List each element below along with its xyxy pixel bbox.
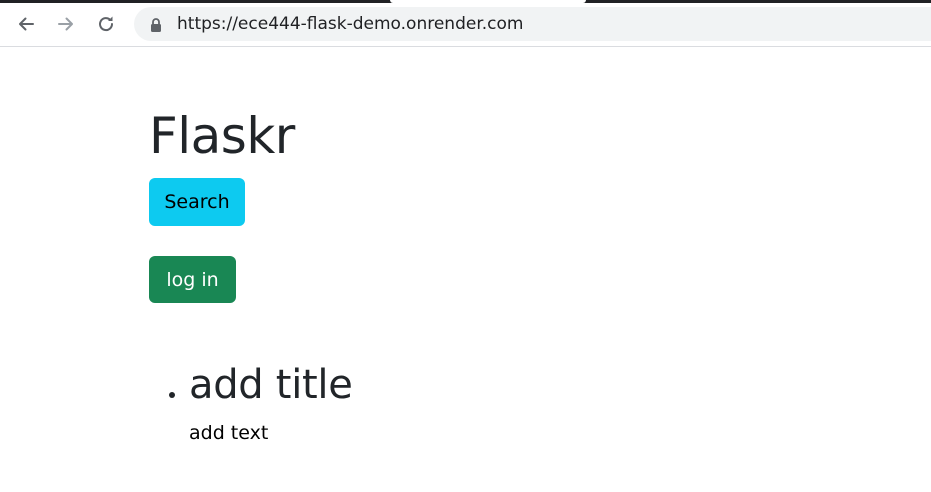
address-bar[interactable]: https://ece444-flask-demo.onrender.com	[134, 7, 931, 41]
post-title: add title	[189, 362, 353, 408]
bullet-marker	[169, 392, 175, 398]
forward-button[interactable]	[52, 10, 80, 38]
arrow-right-icon	[58, 17, 73, 31]
arrow-left-icon	[19, 17, 34, 31]
post-body: add text	[189, 422, 269, 444]
search-button[interactable]: Search	[149, 178, 245, 226]
page-title: Flaskr	[149, 107, 295, 165]
active-tab-edge	[390, 0, 586, 3]
login-button[interactable]: log in	[149, 256, 236, 303]
post-list: add title add text	[149, 360, 353, 446]
back-button[interactable]	[12, 10, 40, 38]
post-item: add title add text	[149, 360, 353, 446]
url-text[interactable]: https://ece444-flask-demo.onrender.com	[177, 13, 523, 35]
page-content: Flaskr Search log in add title add text	[0, 48, 931, 492]
browser-toolbar: https://ece444-flask-demo.onrender.com	[0, 0, 931, 47]
reload-icon	[99, 16, 114, 32]
reload-button[interactable]	[92, 10, 120, 38]
lock-icon	[151, 18, 161, 32]
